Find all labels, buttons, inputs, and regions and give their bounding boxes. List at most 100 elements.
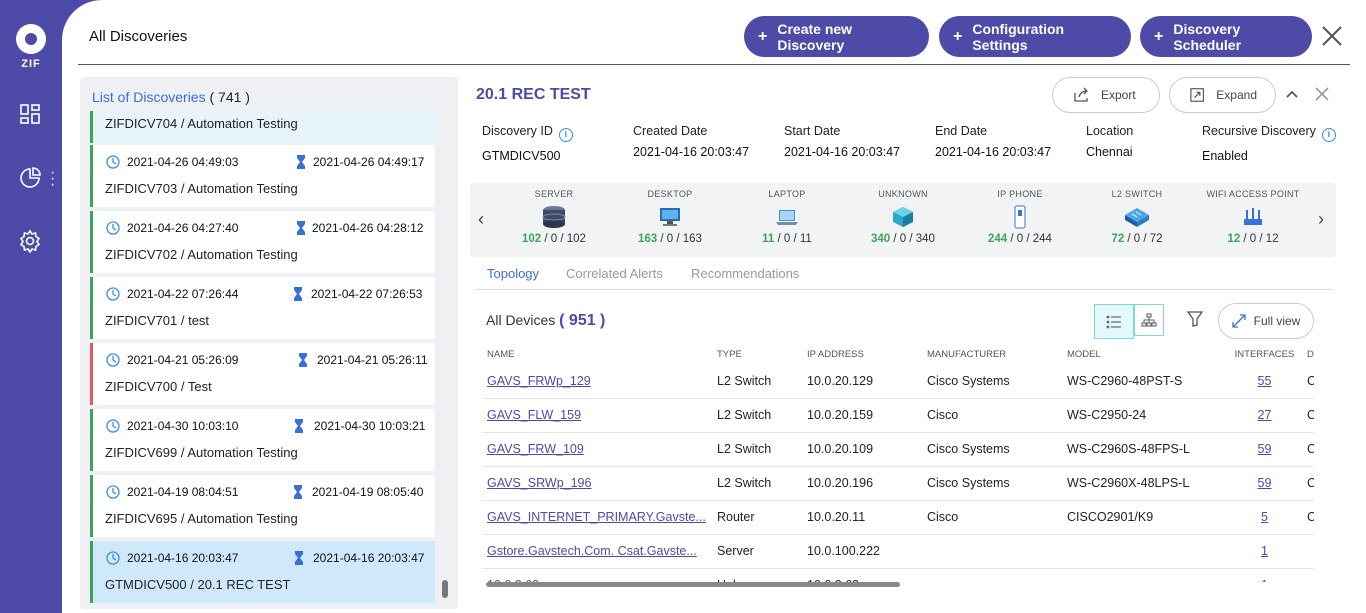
interfaces-link[interactable]: 55 bbox=[1227, 364, 1302, 399]
gear-icon[interactable] bbox=[18, 229, 42, 254]
hourglass-icon bbox=[291, 550, 307, 566]
interfaces-link[interactable]: 59 bbox=[1227, 432, 1302, 467]
dashboard-grid-icon[interactable] bbox=[18, 102, 42, 126]
list-scrollbar[interactable] bbox=[442, 580, 448, 598]
list-item[interactable]: 2021-04-26 04:49:03 2021-04-26 04:49:17 … bbox=[90, 145, 435, 207]
discovery-id-field: Discovery ID i GTMDICV500 bbox=[482, 124, 573, 163]
device-name-link[interactable]: GAVS_FLW_159 bbox=[482, 398, 712, 433]
clock-start-icon bbox=[105, 352, 121, 368]
interfaces-link[interactable]: 1 bbox=[1227, 534, 1302, 569]
create-discovery-button[interactable]: + Create new Discovery bbox=[744, 16, 929, 57]
ip-phone-icon bbox=[1006, 205, 1034, 229]
device-name-link[interactable]: Gstore.Gavstech.Com. Csat.Gavste... bbox=[482, 534, 712, 569]
server-icon bbox=[540, 205, 568, 229]
zif-logo[interactable]: ZIF bbox=[14, 24, 48, 70]
list-title: List of Discoveries ( 741 ) bbox=[92, 89, 250, 105]
close-detail-icon[interactable] bbox=[1314, 86, 1330, 102]
sidebar: ZIF · · · bbox=[0, 0, 62, 613]
start-date-field: Start Date 2021-04-16 20:03:47 bbox=[784, 124, 901, 159]
interfaces-link[interactable]: 5 bbox=[1227, 500, 1302, 535]
hourglass-icon bbox=[295, 352, 311, 368]
clock-start-icon bbox=[105, 286, 121, 302]
device-unknown[interactable]: UNKNOWN 340 / 0 / 340 bbox=[848, 189, 958, 245]
col-name[interactable]: NAME bbox=[482, 344, 712, 364]
col-de[interactable]: DE bbox=[1302, 344, 1314, 364]
col-model[interactable]: MODEL bbox=[1062, 344, 1227, 364]
device-desktop[interactable]: DESKTOP 163 / 0 / 163 bbox=[615, 189, 725, 245]
wifi-access-point-icon bbox=[1239, 205, 1267, 229]
list-item[interactable]: 2021-04-19 08:04:51 2021-04-19 08:05:40 … bbox=[90, 475, 435, 537]
chevron-up-icon[interactable] bbox=[1284, 86, 1300, 102]
clock-start-icon bbox=[105, 484, 121, 500]
header-divider bbox=[78, 64, 1350, 65]
list-item[interactable]: 2021-04-22 07:26:44 2021-04-22 07:26:53 … bbox=[90, 277, 435, 339]
discovery-title: 20.1 REC TEST bbox=[476, 86, 591, 103]
col-ip[interactable]: IP ADDRESS bbox=[802, 344, 922, 364]
table-horizontal-scrollbar[interactable] bbox=[486, 582, 900, 587]
hourglass-icon bbox=[293, 220, 309, 236]
desktop-icon bbox=[656, 205, 684, 229]
configuration-settings-button[interactable]: + Configuration Settings bbox=[939, 16, 1131, 57]
plus-icon: + bbox=[1154, 27, 1164, 45]
list-view-button[interactable] bbox=[1094, 304, 1134, 339]
more-dots-icon[interactable]: · · · bbox=[50, 165, 55, 193]
unknown-device-icon bbox=[889, 205, 917, 229]
full-view-button[interactable]: Full view bbox=[1218, 303, 1314, 339]
clock-start-icon bbox=[105, 418, 121, 434]
chevron-right-icon[interactable]: › bbox=[1318, 209, 1324, 230]
device-laptop[interactable]: LAPTOP 11 / 0 / 11 bbox=[732, 189, 842, 245]
info-icon[interactable]: i bbox=[1321, 128, 1336, 142]
export-button[interactable]: Export bbox=[1052, 77, 1160, 113]
device-name-link[interactable]: 10.0.2.63 bbox=[482, 568, 712, 582]
close-icon[interactable] bbox=[1320, 24, 1344, 48]
col-type[interactable]: TYPE bbox=[712, 344, 802, 364]
filter-icon[interactable] bbox=[1186, 310, 1204, 328]
discovery-scheduler-button[interactable]: + Discovery Scheduler bbox=[1140, 16, 1312, 57]
device-name-link[interactable]: GAVS_SRWp_196 bbox=[482, 466, 712, 501]
list-item-selected[interactable]: 2021-04-16 20:03:47 2021-04-16 20:03:47 … bbox=[90, 541, 435, 603]
table-row: GAVS_INTERNET_PRIMARY.Gavste... Router 10.… bbox=[482, 500, 1314, 535]
list-item[interactable]: 2021-04-26 04:27:40 2021-04-26 04:28:12 … bbox=[90, 211, 435, 273]
list-item[interactable]: 2021-04-21 05:26:09 2021-04-21 05:26:11 … bbox=[90, 343, 435, 405]
pie-chart-icon[interactable] bbox=[18, 166, 42, 190]
list-item[interactable]: 2021-04-30 10:03:10 2021-04-30 10:03:21 … bbox=[90, 409, 435, 471]
col-interfaces[interactable]: INTERFACES bbox=[1227, 344, 1302, 364]
chevron-left-icon[interactable]: ‹ bbox=[478, 209, 484, 230]
device-l2-switch[interactable]: L2 SWITCH 72 / 0 / 72 bbox=[1082, 189, 1192, 245]
hourglass-icon bbox=[291, 418, 307, 434]
device-name-link[interactable]: GAVS_FRWp_129 bbox=[482, 364, 712, 399]
hourglass-icon bbox=[290, 286, 306, 302]
tab-recommendations[interactable]: Recommendations bbox=[691, 266, 799, 281]
created-date-field: Created Date 2021-04-16 20:03:47 bbox=[633, 124, 750, 159]
recursive-discovery-field: Recursive Discovery i Enabled bbox=[1202, 124, 1336, 163]
table-row: GAVS_FRW_109 L2 Switch 10.0.20.109 Cisco Sy… bbox=[482, 432, 1314, 467]
clock-start-icon bbox=[105, 154, 121, 170]
interfaces-link[interactable]: 27 bbox=[1227, 398, 1302, 433]
device-type-strip: ‹ SERVER 102 / 0 / 102 DESKTOP 163 / 0 /… bbox=[470, 183, 1336, 257]
device-name-link[interactable]: GAVS_FRW_109 bbox=[482, 432, 712, 467]
list-icon bbox=[1106, 315, 1121, 328]
info-icon[interactable]: i bbox=[558, 128, 573, 142]
expand-arrows-icon bbox=[1232, 314, 1246, 328]
plus-icon: + bbox=[758, 27, 768, 45]
interfaces-link[interactable]: 1 bbox=[1227, 568, 1302, 582]
tab-correlated-alerts[interactable]: Correlated Alerts bbox=[566, 266, 663, 281]
list-item[interactable]: ZIFDICV704 / Automation Testing bbox=[90, 111, 435, 143]
device-server[interactable]: SERVER 102 / 0 / 102 bbox=[499, 189, 609, 245]
device-wifi-access-point[interactable]: WIFI ACCESS POINT 12 / 0 / 12 bbox=[1198, 189, 1308, 245]
interfaces-link[interactable]: 59 bbox=[1227, 466, 1302, 501]
tab-topology[interactable]: Topology bbox=[487, 266, 539, 281]
expand-icon bbox=[1190, 88, 1204, 102]
table-row: GAVS_FLW_159 L2 Switch 10.0.20.159 Cisco WS-… bbox=[482, 398, 1314, 433]
main-panel: All Discoveries + Create new Discovery + C… bbox=[62, 0, 1366, 613]
tree-view-button[interactable] bbox=[1134, 304, 1164, 336]
all-devices-heading: All Devices ( 951 ) bbox=[486, 312, 606, 329]
device-name-link[interactable]: GAVS_INTERNET_PRIMARY.Gavste... bbox=[482, 500, 712, 535]
l2-switch-icon bbox=[1123, 205, 1151, 229]
table-row: GAVS_FRWp_129 L2 Switch 10.0.20.129 Cisco S… bbox=[482, 364, 1314, 399]
device-ip-phone[interactable]: IP PHONE 244 / 0 / 244 bbox=[965, 189, 1075, 245]
col-manufacturer[interactable]: MANUFACTURER bbox=[922, 344, 1062, 364]
table-row: GAVS_SRWp_196 L2 Switch 10.0.20.196 Cisco S… bbox=[482, 466, 1314, 501]
expand-button[interactable]: Expand bbox=[1169, 77, 1276, 113]
hourglass-icon bbox=[293, 154, 309, 170]
